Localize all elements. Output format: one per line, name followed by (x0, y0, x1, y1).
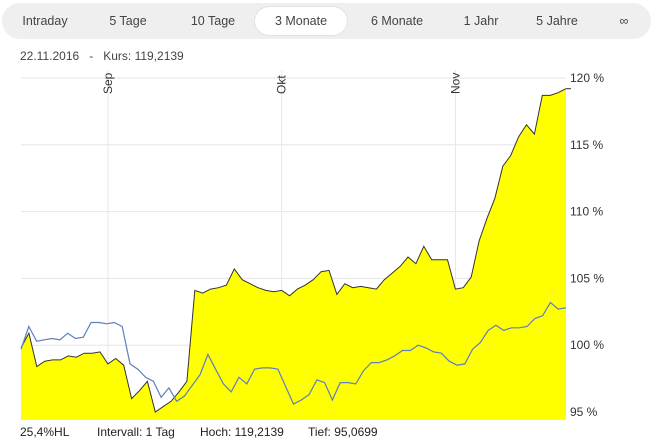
y-tick-label: 95 % (570, 405, 598, 419)
tab-6-monate[interactable]: 6 Monate (349, 7, 445, 35)
tab-max[interactable]: ∞ (597, 7, 651, 35)
y-tick-label: 105 % (570, 271, 604, 285)
month-label: Nov (448, 73, 462, 94)
tab-3-monate[interactable]: 3 Monate (255, 7, 347, 35)
tab-intraday[interactable]: Intraday (2, 7, 88, 35)
chart-footer: 25,4%HL Intervall: 1 Tag Hoch: 119,2139 … (0, 425, 656, 443)
y-tick-label: 110 % (570, 205, 603, 219)
footer-interval: Intervall: 1 Tag (97, 425, 175, 439)
footer-low: Tief: 95,0699 (308, 425, 378, 439)
timeframe-tabbar: Intraday 5 Tage 10 Tage 3 Monate 6 Monat… (2, 3, 651, 39)
month-label: Okt (275, 75, 289, 94)
tab-1-jahr[interactable]: 1 Jahr (445, 7, 517, 35)
y-tick-label: 115 % (570, 138, 603, 152)
y-tick-label: 120 % (570, 71, 604, 85)
y-tick-label: 100 % (570, 338, 604, 352)
footer-high: Hoch: 119,2139 (200, 425, 284, 439)
tab-5-tage[interactable]: 5 Tage (88, 7, 168, 35)
tab-5-jahre[interactable]: 5 Jahre (517, 7, 597, 35)
month-label: Sep (101, 72, 115, 94)
area-series-fill (21, 88, 566, 420)
footer-hl: 25,4%HL (20, 425, 70, 439)
tab-10-tage[interactable]: 10 Tage (168, 7, 258, 35)
price-chart[interactable]: 95 % 100 % 105 % 110 % 115 % 120 % Sep Okt Nov (0, 60, 656, 425)
